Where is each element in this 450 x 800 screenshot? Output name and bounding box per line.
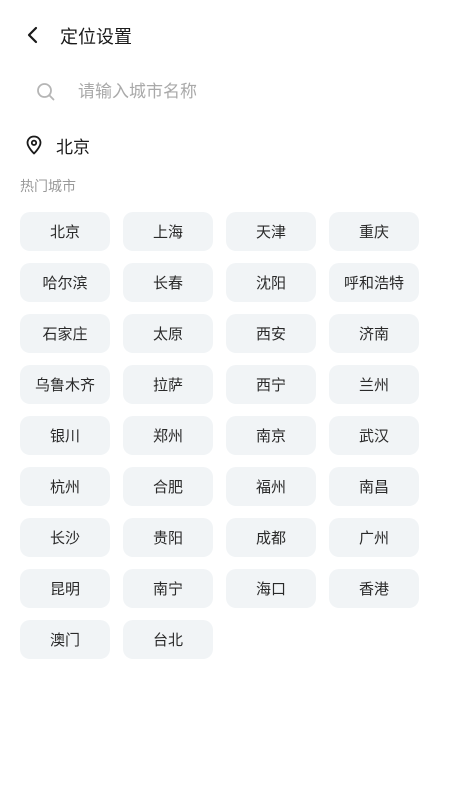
city-chip[interactable]: 哈尔滨 <box>20 263 110 302</box>
city-chip[interactable]: 呼和浩特 <box>329 263 419 302</box>
search-bar <box>20 72 430 112</box>
city-chip[interactable]: 济南 <box>329 314 419 353</box>
current-city-label: 北京 <box>56 137 90 158</box>
chevron-left-icon <box>23 25 43 49</box>
search-icon <box>36 82 56 102</box>
city-chip[interactable]: 北京 <box>20 212 110 251</box>
city-chip[interactable]: 西宁 <box>226 365 316 404</box>
city-chip[interactable]: 石家庄 <box>20 314 110 353</box>
city-chip[interactable]: 贵阳 <box>123 518 213 557</box>
hot-cities-grid: 北京 上海 天津 重庆 哈尔滨 长春 沈阳 呼和浩特 石家庄 太原 西安 济南 … <box>20 212 420 659</box>
city-chip[interactable]: 广州 <box>329 518 419 557</box>
city-chip[interactable]: 兰州 <box>329 365 419 404</box>
city-chip[interactable]: 福州 <box>226 467 316 506</box>
city-chip[interactable]: 昆明 <box>20 569 110 608</box>
city-chip[interactable]: 重庆 <box>329 212 419 251</box>
city-chip[interactable]: 西安 <box>226 314 316 353</box>
city-chip[interactable]: 合肥 <box>123 467 213 506</box>
city-chip[interactable]: 台北 <box>123 620 213 659</box>
city-chip[interactable]: 成都 <box>226 518 316 557</box>
city-chip[interactable]: 南京 <box>226 416 316 455</box>
city-chip[interactable]: 沈阳 <box>226 263 316 302</box>
header: 定位设置 <box>0 0 450 76</box>
hot-cities-heading: 热门城市 <box>20 179 76 195</box>
city-chip[interactable]: 澳门 <box>20 620 110 659</box>
city-chip[interactable]: 乌鲁木齐 <box>20 365 110 404</box>
city-chip[interactable]: 太原 <box>123 314 213 353</box>
city-chip[interactable]: 上海 <box>123 212 213 251</box>
city-chip[interactable]: 南宁 <box>123 569 213 608</box>
city-chip[interactable]: 南昌 <box>329 467 419 506</box>
city-chip[interactable]: 香港 <box>329 569 419 608</box>
city-chip[interactable]: 海口 <box>226 569 316 608</box>
page-title: 定位设置 <box>60 27 132 48</box>
city-chip[interactable]: 长春 <box>123 263 213 302</box>
city-chip[interactable]: 杭州 <box>20 467 110 506</box>
back-button[interactable] <box>18 22 48 52</box>
location-pin-icon <box>24 135 44 155</box>
city-chip[interactable]: 长沙 <box>20 518 110 557</box>
city-chip[interactable]: 银川 <box>20 416 110 455</box>
city-chip[interactable]: 郑州 <box>123 416 213 455</box>
city-chip[interactable]: 武汉 <box>329 416 419 455</box>
current-location[interactable]: 北京 <box>24 130 90 160</box>
search-input[interactable] <box>76 81 410 103</box>
city-chip[interactable]: 天津 <box>226 212 316 251</box>
city-chip[interactable]: 拉萨 <box>123 365 213 404</box>
